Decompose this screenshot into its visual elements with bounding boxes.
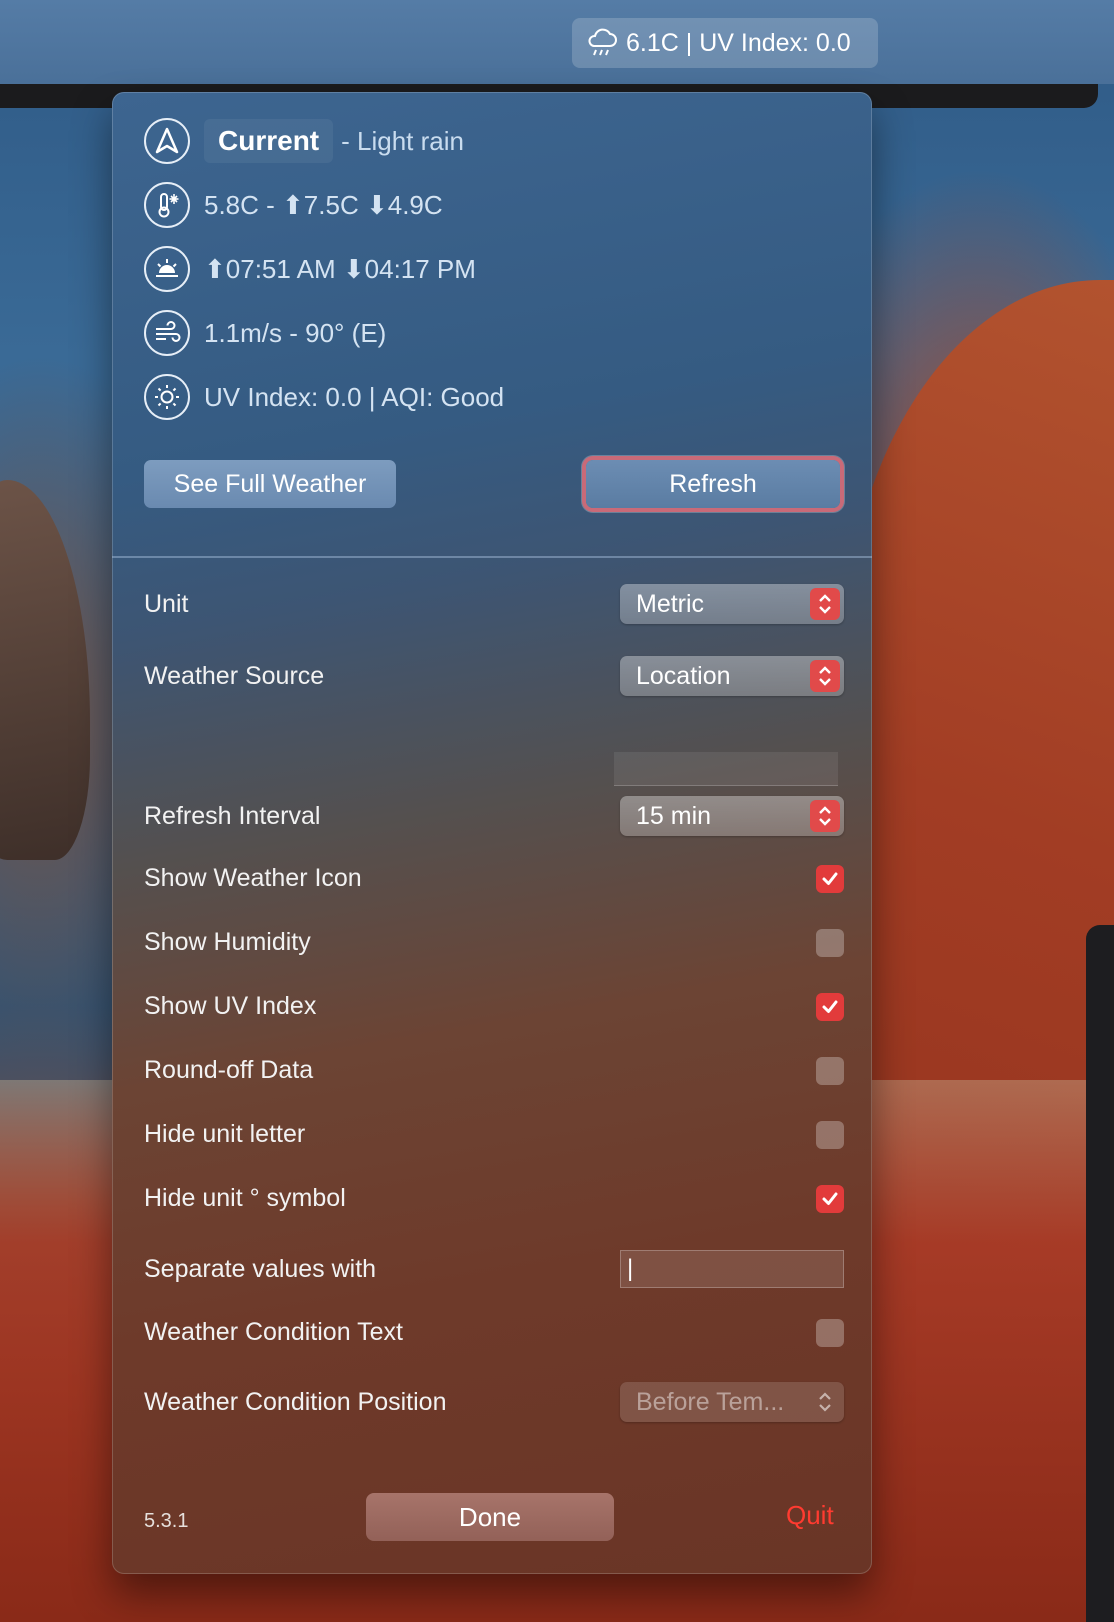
show-weather-icon-checkbox[interactable]	[816, 864, 844, 893]
round-off-label: Round-off Data	[144, 1056, 314, 1084]
hide-unit-letter-checkbox[interactable]	[816, 1120, 844, 1149]
chevron-up-down-icon	[810, 660, 840, 692]
hide-unit-symbol-label: Hide unit ° symbol	[144, 1184, 346, 1212]
separator-setting: Separate values with |	[144, 1250, 844, 1288]
uv-row: UV Index: 0.0 | AQI: Good	[144, 374, 504, 420]
divider	[112, 556, 872, 558]
wind-row: 1.1m/s - 90° (E)	[144, 310, 386, 356]
thermometer-snowflake-icon	[144, 182, 190, 228]
condition-text-setting: Weather Condition Text	[144, 1318, 844, 1347]
show-uv-index-setting: Show UV Index	[144, 992, 844, 1021]
sun-times-text: ⬆07:51 AM ⬇04:17 PM	[204, 253, 476, 284]
condition-text-checkbox[interactable]	[816, 1318, 844, 1347]
chevron-up-down-icon	[810, 800, 840, 832]
cloud-rain-icon	[588, 28, 617, 56]
condition-position-popup[interactable]: Before Tem...	[620, 1382, 844, 1422]
weather-status-item[interactable]: 6.1C | UV Index: 0.0	[572, 18, 878, 68]
condition-position-setting: Weather Condition Position Before Tem...	[144, 1382, 844, 1422]
weather-source-label: Weather Source	[144, 661, 325, 690]
hide-unit-letter-label: Hide unit letter	[144, 1120, 306, 1148]
checkmark-icon	[822, 1192, 838, 1205]
current-row: Current - Light rain	[144, 118, 464, 164]
show-weather-icon-label: Show Weather Icon	[144, 864, 362, 892]
condition-position-value: Before Tem...	[636, 1387, 785, 1416]
show-humidity-setting: Show Humidity	[144, 928, 844, 957]
separator-input[interactable]: |	[620, 1250, 844, 1288]
quit-button[interactable]: Quit	[786, 1500, 834, 1531]
sunrise-icon	[144, 246, 190, 292]
status-text: 6.1C | UV Index: 0.0	[626, 28, 851, 57]
version-label: 5.3.1	[144, 1510, 189, 1532]
hide-unit-letter-setting: Hide unit letter	[144, 1120, 844, 1149]
show-humidity-checkbox[interactable]	[816, 928, 844, 957]
weather-source-value: Location	[636, 661, 731, 690]
hide-unit-symbol-checkbox[interactable]	[816, 1184, 844, 1213]
sun-icon	[144, 374, 190, 420]
checkmark-icon	[822, 1000, 838, 1013]
show-uv-index-label: Show UV Index	[144, 992, 317, 1020]
chevron-up-down-icon	[810, 1386, 840, 1418]
show-uv-index-checkbox[interactable]	[816, 992, 844, 1021]
show-weather-icon-setting: Show Weather Icon	[144, 864, 844, 893]
temperature-text: 5.8C - ⬆7.5C ⬇4.9C	[204, 189, 443, 220]
condition-text-label: Weather Condition Text	[144, 1318, 403, 1346]
hide-unit-symbol-setting: Hide unit ° symbol	[144, 1184, 844, 1213]
wind-text: 1.1m/s - 90° (E)	[204, 317, 387, 348]
separator-label: Separate values with	[144, 1254, 377, 1283]
chevron-up-down-icon	[810, 588, 840, 620]
location-input[interactable]	[614, 752, 838, 786]
condition-position-label: Weather Condition Position	[144, 1387, 447, 1416]
wind-icon	[144, 310, 190, 356]
weather-source-popup[interactable]: Location	[620, 656, 844, 696]
location-arrow-icon	[144, 118, 190, 164]
menu-bar: 6.1C | UV Index: 0.0	[0, 0, 1114, 84]
unit-setting: Unit Metric	[144, 584, 844, 624]
unit-label: Unit	[144, 589, 189, 618]
refresh-interval-value: 15 min	[636, 801, 712, 830]
see-full-weather-button[interactable]: See Full Weather	[144, 460, 396, 508]
separator-value: |	[627, 1255, 634, 1282]
done-button[interactable]: Done	[366, 1493, 614, 1541]
temperature-row: 5.8C - ⬆7.5C ⬇4.9C	[144, 182, 443, 228]
current-label: Current	[204, 119, 334, 163]
unit-value: Metric	[636, 589, 705, 618]
weather-source-setting: Weather Source Location	[144, 656, 844, 696]
sun-row: ⬆07:51 AM ⬇04:17 PM	[144, 246, 476, 292]
checkmark-icon	[822, 872, 838, 885]
condition-text: - Light rain	[341, 125, 464, 156]
round-off-checkbox[interactable]	[816, 1056, 844, 1085]
background-window-right	[1086, 925, 1114, 1622]
refresh-interval-popup[interactable]: 15 min	[620, 796, 844, 836]
refresh-interval-label: Refresh Interval	[144, 801, 321, 830]
refresh-interval-setting: Refresh Interval 15 min	[144, 796, 844, 836]
show-humidity-label: Show Humidity	[144, 928, 311, 956]
refresh-button[interactable]: Refresh	[586, 460, 840, 508]
uv-aqi-text: UV Index: 0.0 | AQI: Good	[204, 381, 505, 412]
weather-popover: Current - Light rain 5.8C - ⬆7.5C ⬇4.9C	[112, 92, 872, 1574]
round-off-setting: Round-off Data	[144, 1056, 844, 1085]
wallpaper-rock	[0, 480, 90, 860]
unit-popup[interactable]: Metric	[620, 584, 844, 624]
